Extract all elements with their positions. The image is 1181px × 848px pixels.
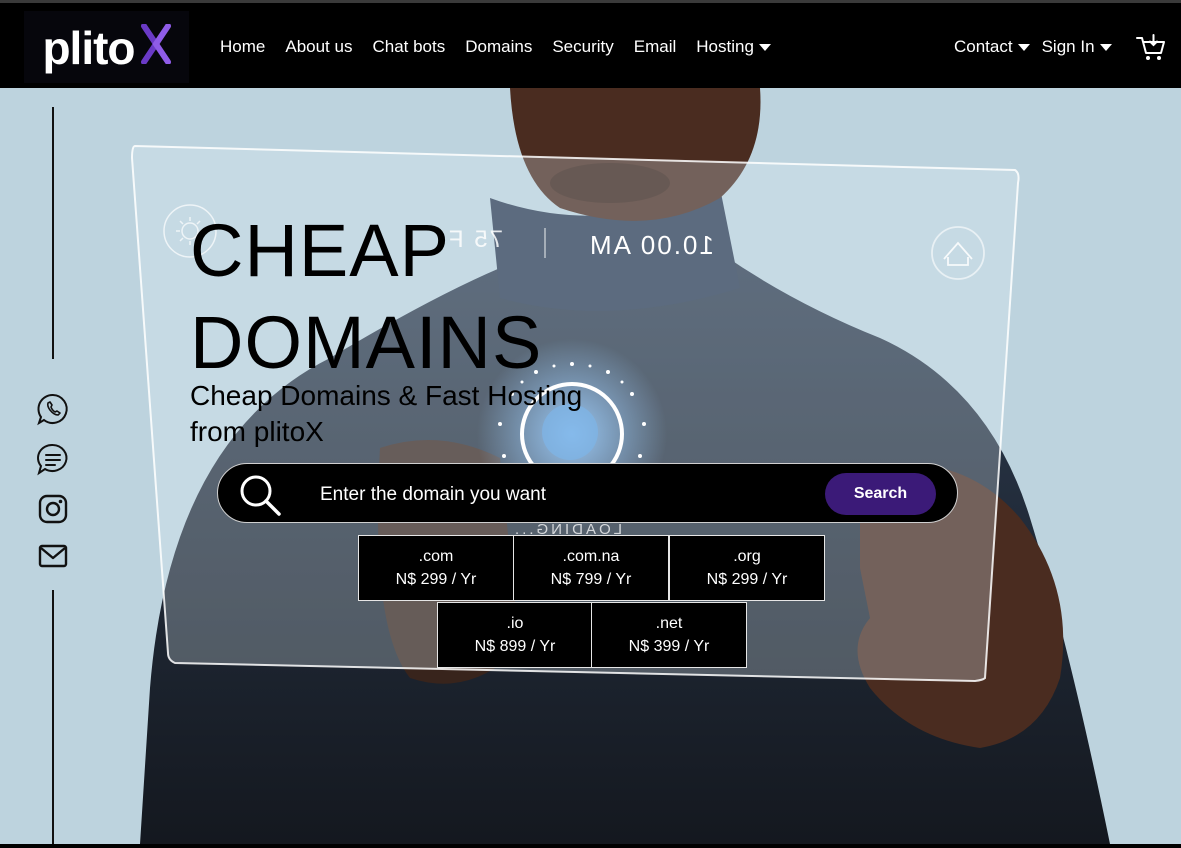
instagram-icon[interactable] [36,492,70,526]
nav-home[interactable]: Home [220,37,265,57]
chat-icon[interactable] [36,442,70,476]
whatsapp-icon[interactable] [36,392,70,426]
logo-x-mark [140,22,171,71]
plitox-logo[interactable]: plito [24,11,189,83]
tld-extension: .net [655,615,683,632]
screen-time: 10.00 AM [588,230,714,260]
tld-price: N$ 899 / Yr [474,638,556,655]
nav-chat-bots[interactable]: Chat bots [372,37,445,57]
tld-card-org[interactable]: .org N$ 299 / Yr [669,535,825,601]
nav-security[interactable]: Security [552,37,613,57]
nav-hosting[interactable]: Hosting [696,37,771,57]
tld-card-com-na[interactable]: .com.na N$ 799 / Yr [513,535,669,601]
mail-icon[interactable] [36,539,70,573]
caret-down-icon [758,43,771,51]
nav-email[interactable]: Email [634,37,677,57]
nav-right: Contact Sign In [954,37,1112,57]
tld-price: N$ 799 / Yr [550,571,632,588]
domain-search-bar: Search [217,463,958,523]
nav-sign-in[interactable]: Sign In [1042,37,1112,57]
tld-price: N$ 299 / Yr [395,571,477,588]
nav-contact-label: Contact [954,37,1013,56]
nav-hosting-label: Hosting [696,37,754,56]
hero-subtitle-line2: from plitoX [190,416,324,447]
caret-down-icon [1017,43,1030,51]
tld-extension: .com.na [562,548,620,565]
tld-card-net[interactable]: .net N$ 399 / Yr [591,602,747,668]
rail-line-top [52,107,54,359]
hero-title: CHEAP DOMAINS [190,205,542,389]
domain-search-input[interactable] [318,476,802,514]
top-navbar: plito Home About us Chat bots Domains Se… [0,0,1181,88]
search-button[interactable]: Search [825,473,936,515]
tld-card-io[interactable]: .io N$ 899 / Yr [437,602,593,668]
tld-extension: .io [506,615,524,632]
caret-down-icon [1099,43,1112,51]
bottom-edge [0,844,1181,848]
tld-extension: .org [733,548,761,565]
nav-contact[interactable]: Contact [954,37,1030,57]
nav-sign-in-label: Sign In [1041,37,1095,56]
tld-card-com[interactable]: .com N$ 299 / Yr [358,535,514,601]
tld-price: N$ 299 / Yr [706,571,788,588]
hero-subtitle: Cheap Domains & Fast Hosting from plitoX [190,378,582,450]
rail-line-bottom [52,590,54,848]
logo-wordmark: plito [42,22,171,71]
cart-icon[interactable] [1136,33,1166,63]
hero-title-line1: CHEAP [190,209,450,292]
main-nav: Home About us Chat bots Domains Security… [220,37,771,57]
hero-subtitle-line1: Cheap Domains & Fast Hosting [190,380,583,411]
search-icon [240,475,281,516]
hero-title-line2: DOMAINS [190,301,543,384]
nav-about-us[interactable]: About us [285,37,352,57]
tld-extension: .com [418,548,454,565]
nav-domains[interactable]: Domains [465,37,532,57]
tld-price: N$ 399 / Yr [628,638,710,655]
